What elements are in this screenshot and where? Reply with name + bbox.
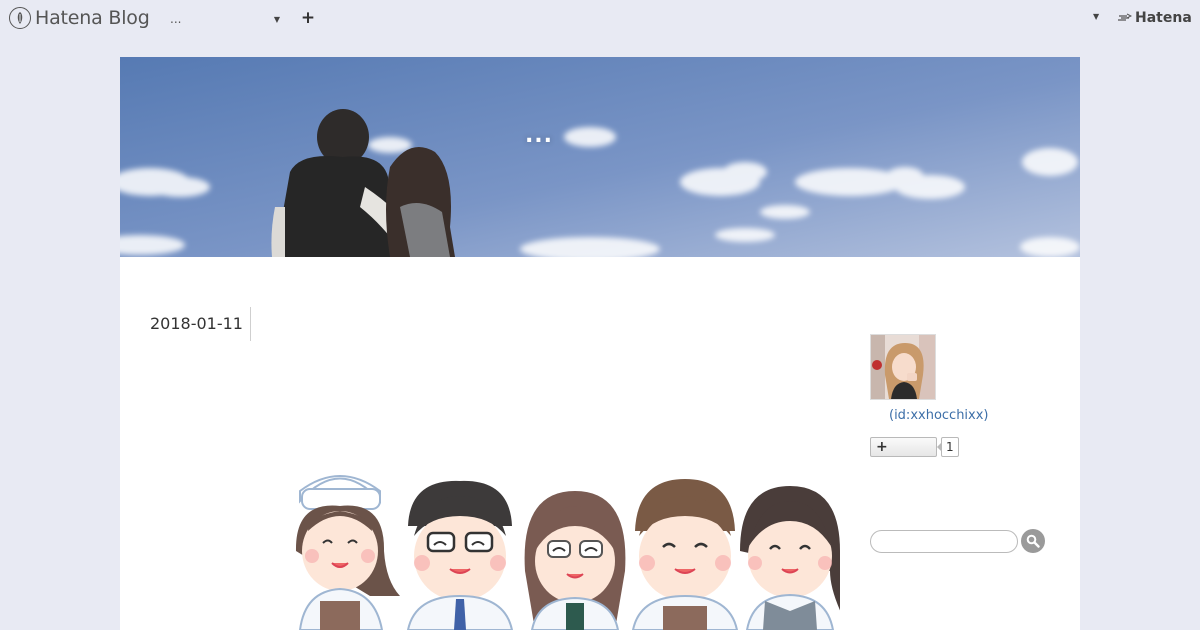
global-header: Hatena Blog ... ▼ + ▼ Hatena [0,0,1200,38]
search-icon [1026,534,1040,548]
blog-title-link[interactable]: ... [120,123,958,148]
plus-icon: + [876,439,888,455]
author-avatar[interactable] [870,334,936,400]
sidebar-search [870,529,1045,553]
blog-switcher-dropdown[interactable]: ... ▼ [170,10,280,28]
search-input[interactable] [870,529,1018,553]
brand-name: Hatena Blog [35,7,150,29]
hatena-logo-text: Hatena [1135,10,1192,26]
entry-date-link[interactable]: 2018-01-11 [150,307,251,341]
new-entry-button[interactable]: + [300,8,316,28]
user-menu-caret-icon[interactable]: ▼ [1093,12,1099,21]
header-banner-image [120,57,1080,257]
entry-illustration-image [290,461,875,630]
hatena-logo-link[interactable]: Hatena [1118,10,1192,26]
caret-down-icon: ▼ [273,14,280,24]
follower-count[interactable]: 1 [937,437,959,457]
hatena-blog-home-link[interactable]: Hatena Blog [9,7,150,29]
blog-container: ... 2018-01-11 (id:xxhocchixx) + 1 [120,57,1080,630]
blog-switcher-label: ... [170,12,182,26]
follow-button[interactable]: + [870,437,937,457]
follow-widget: + 1 [870,437,959,457]
hatena-mark-icon [1118,13,1132,21]
search-button[interactable] [1021,529,1045,553]
hatena-pen-icon [9,7,31,29]
author-id-link[interactable]: (id:xxhocchixx) [889,408,989,423]
